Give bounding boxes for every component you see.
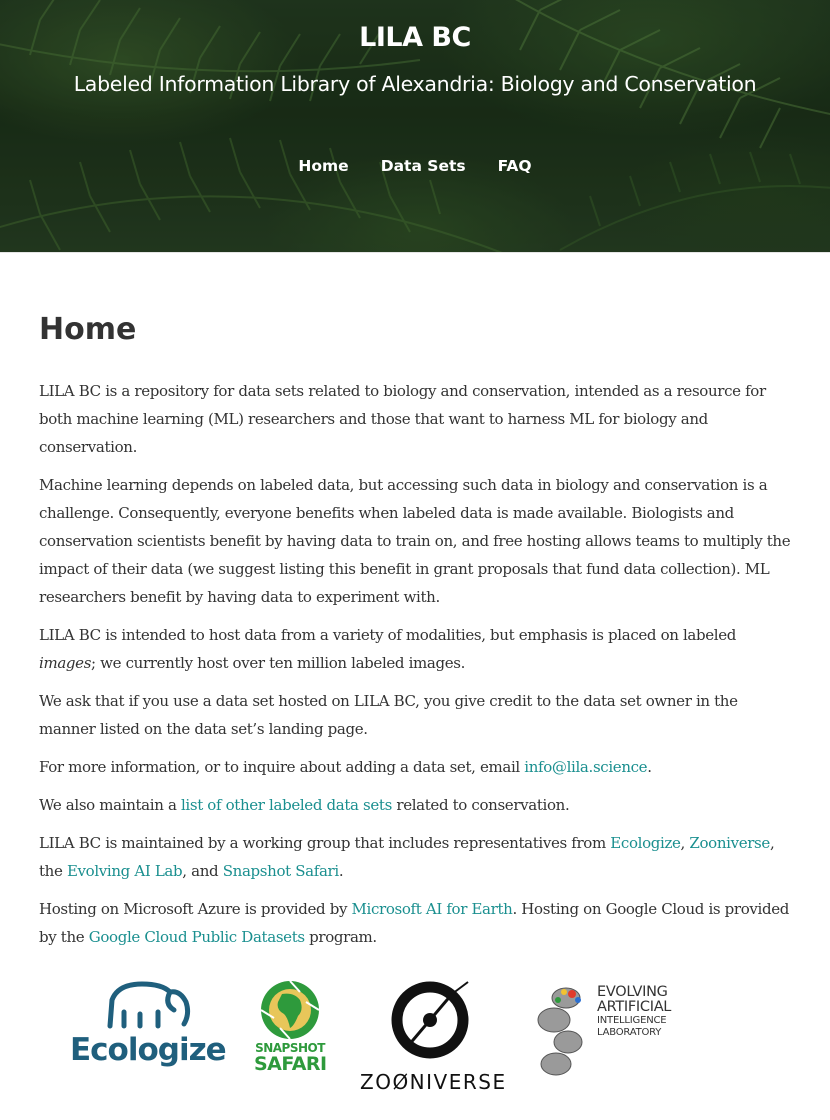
safari-logo-text[interactable]: SAFARI	[254, 1053, 327, 1075]
ecologize-link[interactable]: Ecologize	[610, 834, 681, 852]
other-datasets-text-b: related to conservation.	[391, 796, 570, 814]
evolving-ai-lab-logo-text[interactable]: EVOLVING ARTIFICIAL INTELLIGENCE LABORAT…	[597, 985, 697, 1039]
site-title[interactable]: LILA BC	[0, 22, 830, 53]
maintainers-paragraph: LILA BC is maintained by a working group…	[39, 829, 791, 885]
intelligence-word: INTELLIGENCE	[597, 1015, 667, 1026]
page-title: Home	[39, 312, 137, 347]
artificial-word: ARTIFICIAL	[597, 999, 672, 1015]
maintainers-text: LILA BC is maintained by a working group…	[39, 834, 611, 852]
other-datasets-paragraph: We also maintain a list of other labeled…	[39, 791, 791, 819]
intro-paragraph: LILA BC is a repository for data sets re…	[39, 382, 766, 456]
microsoft-ai-for-earth-link[interactable]: Microsoft AI for Earth	[352, 900, 513, 918]
main-content: LILA BC is a repository for data sets re…	[39, 377, 791, 961]
credit-paragraph: We ask that if you use a data set hosted…	[39, 692, 738, 738]
hosting-paragraph: Hosting on Microsoft Azure is provided b…	[39, 895, 791, 951]
nav-item-home[interactable]: Home	[298, 157, 348, 175]
elephant-icon[interactable]	[100, 978, 195, 1034]
hosting-text-c: program.	[304, 928, 377, 946]
camera-aperture-africa-icon[interactable]	[260, 980, 320, 1040]
ecologize-logo-text[interactable]: Ecologize	[70, 1032, 227, 1068]
contact-paragraph: For more information, or to inquire abou…	[39, 753, 791, 781]
maintainers-sep-3: , and	[182, 862, 223, 880]
contact-period: .	[647, 758, 652, 776]
motivation-paragraph: Machine learning depends on labeled data…	[39, 476, 791, 606]
zooniverse-logo-text[interactable]: ZOØNIVERSE	[360, 1070, 507, 1094]
other-datasets-text-a: We also maintain a	[39, 796, 181, 814]
modalities-text-a: LILA BC is intended to host data from a …	[39, 626, 737, 644]
evolving-word: EVOLVING	[597, 984, 668, 1000]
nav-item-faq[interactable]: FAQ	[498, 157, 532, 175]
hosting-text-a: Hosting on Microsoft Azure is provided b…	[39, 900, 352, 918]
maintainers-end: .	[338, 862, 344, 880]
modalities-text-b: ; we currently host over ten million lab…	[91, 654, 466, 672]
email-link[interactable]: info@lila.science	[524, 758, 647, 776]
hero-banner: LILA BC Labeled Information Library of A…	[0, 0, 830, 253]
main-nav: Home Data Sets FAQ	[0, 157, 830, 175]
laboratory-word: LABORATORY	[597, 1027, 662, 1038]
zooniverse-link[interactable]: Zooniverse	[689, 834, 770, 852]
other-datasets-link[interactable]: list of other labeled data sets	[181, 796, 392, 814]
google-cloud-public-datasets-link[interactable]: Google Cloud Public Datasets	[89, 928, 305, 946]
evolving-ai-lab-link[interactable]: Evolving AI Lab	[67, 862, 183, 880]
zooniverse-logo-icon[interactable]	[390, 980, 472, 1062]
contact-text: For more information, or to inquire abou…	[39, 758, 525, 776]
modalities-paragraph: LILA BC is intended to host data from a …	[39, 621, 791, 677]
snapshot-safari-link[interactable]: Snapshot Safari	[223, 862, 339, 880]
nav-item-data-sets[interactable]: Data Sets	[381, 157, 466, 175]
evolving-ai-robot-icon[interactable]	[528, 984, 598, 1080]
site-subtitle: Labeled Information Library of Alexandri…	[73, 72, 757, 96]
images-emphasis: images	[39, 654, 92, 672]
